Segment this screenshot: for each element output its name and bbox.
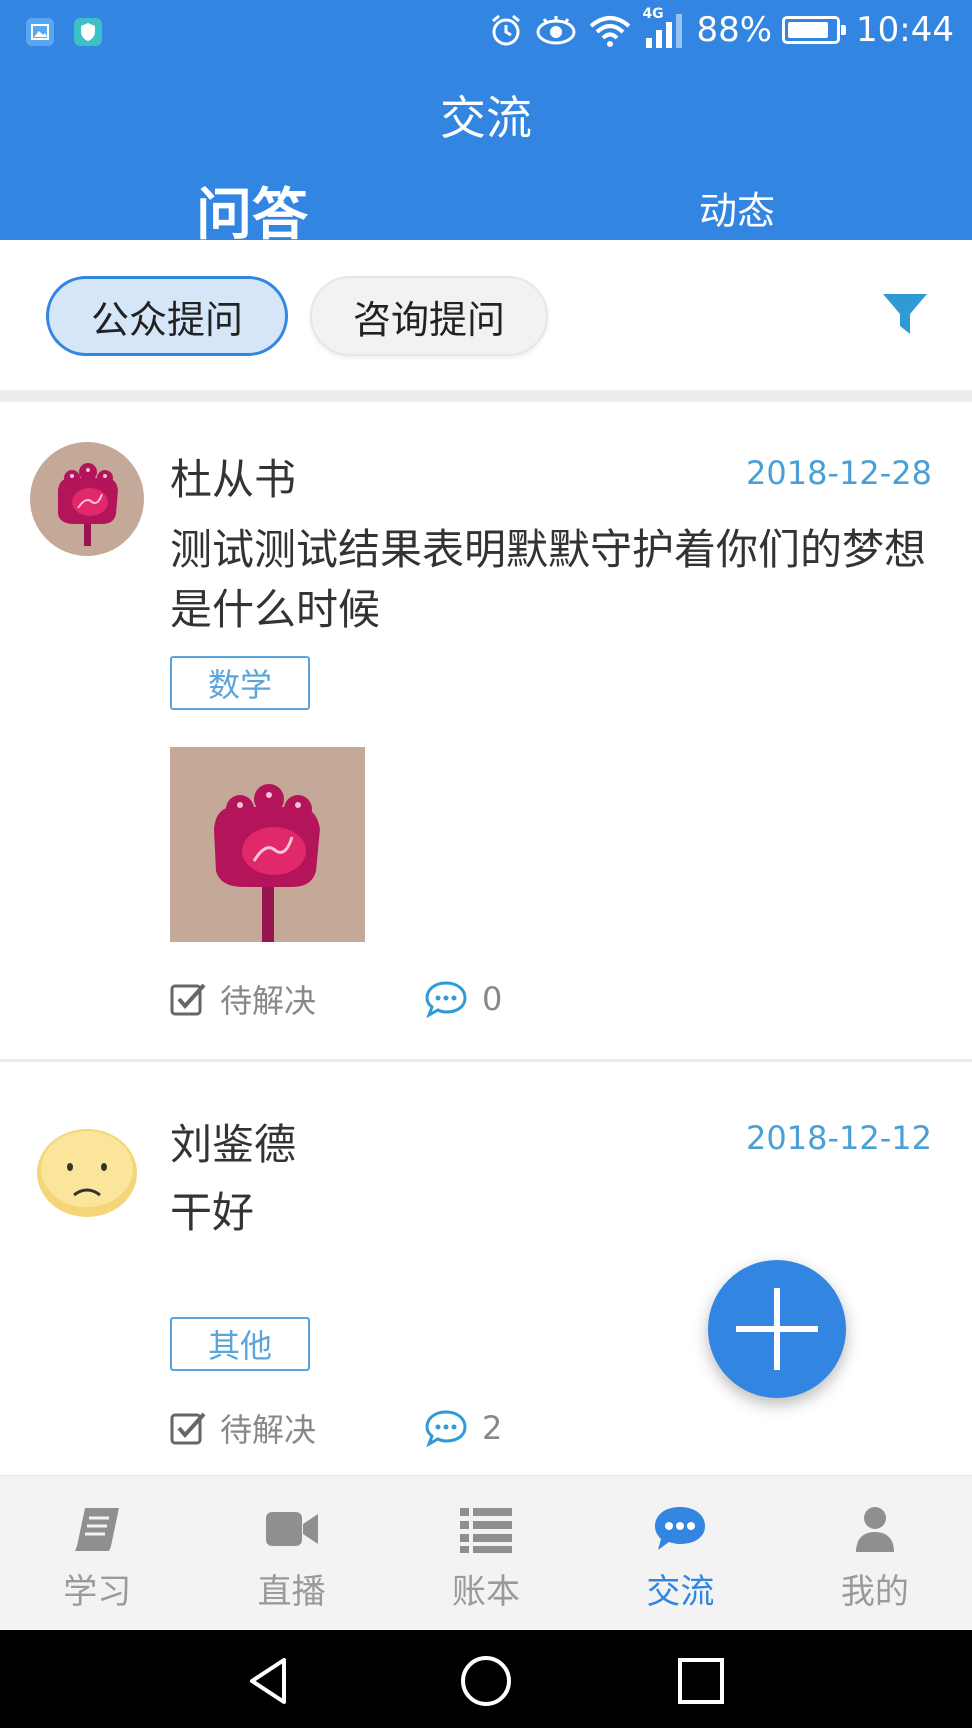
chat-bubble-icon <box>655 1507 706 1550</box>
funnel-icon[interactable] <box>880 290 930 340</box>
book-icon <box>75 1508 120 1551</box>
system-navigation-bar <box>0 1630 972 1728</box>
eye-icon <box>536 16 576 45</box>
signal-icon: 4G <box>642 6 686 50</box>
add-question-button[interactable] <box>708 1260 846 1398</box>
alarm-icon <box>492 14 521 46</box>
author-name: 刘鉴德 <box>170 1120 297 1169</box>
plus-icon <box>736 1288 818 1370</box>
comment-icon <box>425 981 467 1018</box>
nav-mine[interactable]: 我的 <box>778 1476 972 1630</box>
recents-icon[interactable] <box>674 1654 728 1708</box>
bottom-navigation: 学习 直播 账本 交流 我的 <box>0 1475 972 1630</box>
section-divider <box>0 390 972 402</box>
video-camera-icon <box>265 1512 318 1546</box>
nav-exchange[interactable]: 交流 <box>583 1476 777 1630</box>
page-title: 交流 <box>440 91 532 145</box>
tab-activity[interactable]: 动态 <box>637 180 837 235</box>
question-text[interactable]: 测试测试结果表明默默守护着你们的梦想是什么时候 <box>170 520 930 640</box>
status-label: 待解决 <box>220 1411 317 1449</box>
attached-image[interactable] <box>170 747 365 942</box>
status-group: 待解决 <box>170 976 424 1022</box>
nav-live[interactable]: 直播 <box>194 1476 388 1630</box>
flower-icon <box>30 442 144 556</box>
nav-label: 交流 <box>646 1572 715 1612</box>
nav-study[interactable]: 学习 <box>0 1476 194 1630</box>
shield-icon <box>74 18 102 46</box>
author-name: 杜从书 <box>170 455 297 504</box>
nav-label: 直播 <box>257 1572 326 1612</box>
clock: 10:44 <box>856 10 954 50</box>
post-date: 2018-12-12 <box>746 1119 932 1157</box>
question-meta: 待解决 0 <box>170 976 502 1022</box>
status-bar: 4G 88% 10:44 <box>0 0 972 66</box>
checkbox-icon <box>170 983 206 1016</box>
comments-group[interactable]: 0 <box>424 980 502 1018</box>
wifi-icon <box>590 16 631 47</box>
subject-tag: 其他 <box>170 1317 310 1371</box>
chip-public-questions[interactable]: 公众提问 <box>46 276 288 356</box>
comment-count: 0 <box>482 980 503 1018</box>
nav-label: 账本 <box>452 1572 521 1612</box>
status-group: 待解决 <box>170 1405 424 1451</box>
nav-label: 学习 <box>63 1572 132 1612</box>
question-card[interactable]: 刘鉴德 2018-12-12 干好 其他 待解决 2 <box>0 1065 972 1475</box>
question-card[interactable]: 杜从书 2018-12-28 测试测试结果表明默默守护着你们的梦想是什么时候 数… <box>0 402 972 1062</box>
subject-tag: 数学 <box>170 656 310 710</box>
nav-ledger[interactable]: 账本 <box>389 1476 583 1630</box>
app-header: 4G 88% 10:44 交流 问答 动态 <box>0 0 972 248</box>
chip-consult-questions[interactable]: 咨询提问 <box>310 276 548 356</box>
question-meta: 待解决 2 <box>170 1405 502 1451</box>
status-label: 待解决 <box>220 982 317 1020</box>
avatar[interactable] <box>30 1115 144 1229</box>
list-icon <box>460 1508 513 1553</box>
checkbox-icon <box>170 1412 206 1445</box>
avatar[interactable] <box>30 442 144 556</box>
home-icon[interactable] <box>459 1654 513 1708</box>
battery-icon <box>782 16 847 44</box>
sad-face-icon <box>30 1115 144 1229</box>
battery-percent: 88% <box>696 10 773 50</box>
comment-count: 2 <box>482 1409 503 1447</box>
back-icon[interactable] <box>244 1654 298 1708</box>
network-type: 4G <box>642 6 664 22</box>
gallery-icon <box>26 18 54 46</box>
comment-icon <box>425 1410 467 1447</box>
tab-qa[interactable]: 问答 <box>150 170 354 251</box>
post-date: 2018-12-28 <box>746 454 932 492</box>
nav-label: 我的 <box>840 1572 909 1612</box>
filter-row: 公众提问 咨询提问 <box>0 240 972 390</box>
comments-group[interactable]: 2 <box>424 1409 502 1447</box>
question-text[interactable]: 干好 <box>170 1183 930 1243</box>
flower-image <box>170 747 365 942</box>
person-icon <box>855 1507 894 1552</box>
